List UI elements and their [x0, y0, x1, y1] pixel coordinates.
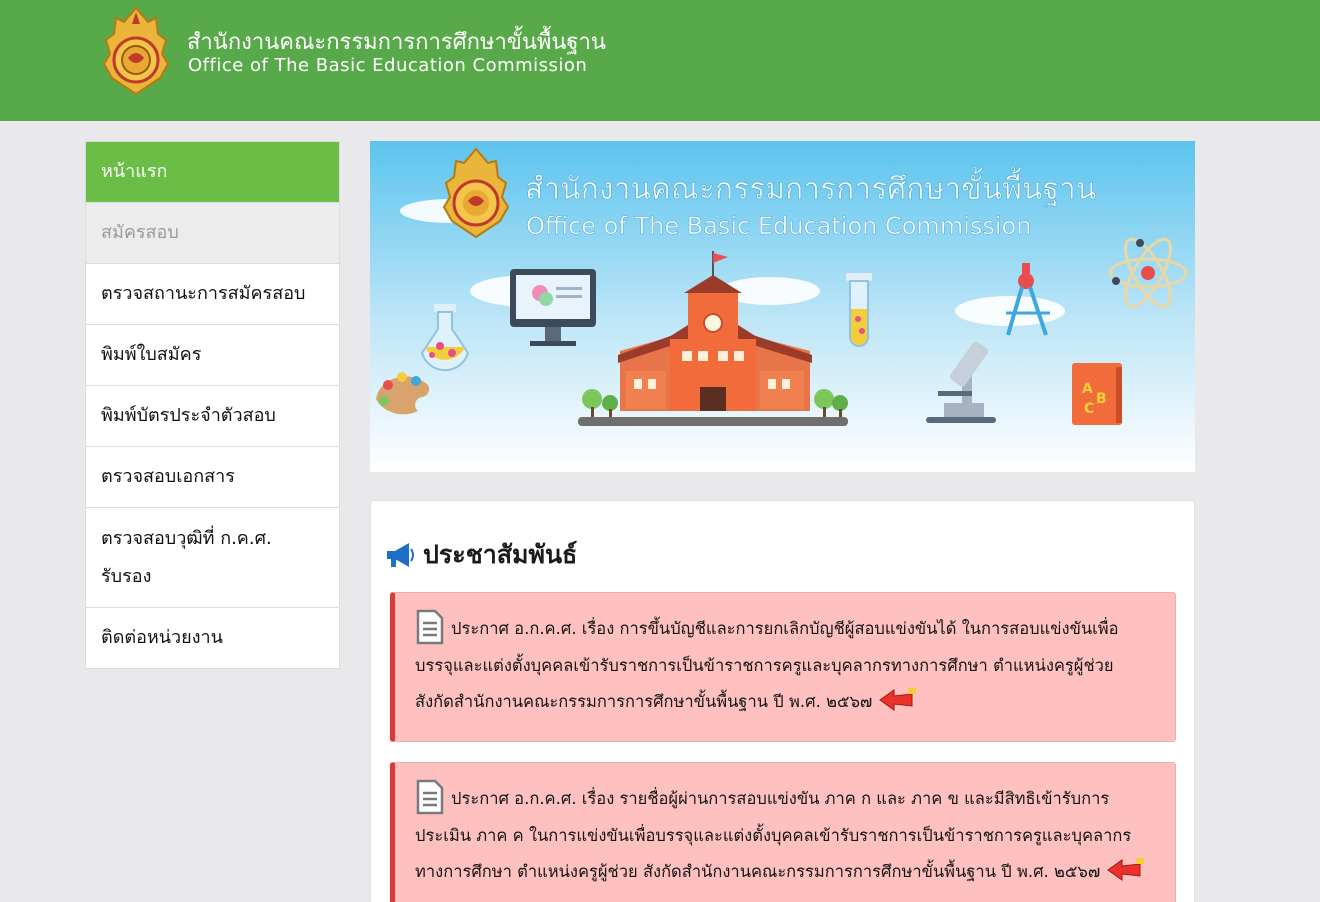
sidebar-item-print-exam-card[interactable]: พิมพ์บัตรประจำตัวสอบ	[86, 385, 339, 446]
sidebar-item-label: ตรวจสอบเอกสาร	[101, 466, 235, 487]
sidebar-item-print-application[interactable]: พิมพ์ใบสมัคร	[86, 324, 339, 385]
announcements-panel: ประชาสัมพันธ์ ประกาศ อ.ก.ค.ศ. เรื่อง การ…	[370, 500, 1195, 902]
announcement-item[interactable]: ประกาศ อ.ก.ค.ศ. เรื่อง รายชื่อผู้ผ่านการ…	[390, 762, 1176, 902]
sidebar-item-label: สมัครสอบ	[101, 222, 179, 243]
svg-text:C: C	[1084, 401, 1094, 417]
document-icon	[416, 609, 444, 644]
emblem-logo	[102, 6, 170, 96]
pointing-arrow-icon	[879, 688, 917, 711]
banner-title-thai: สำนักงานคณะกรรมการการศึกษาขั้นพื้นฐาน	[525, 167, 1096, 207]
header-title-thai: สำนักงานคณะกรรมการการศึกษาขั้นพื้นฐาน	[187, 30, 606, 55]
sidebar-item-home[interactable]: หน้าแรก	[86, 142, 339, 202]
banner-illustration: สำนักงานคณะกรรมการการศึกษาขั้นพื้นฐาน Of…	[370, 141, 1195, 472]
sidebar-item-label: ตรวจสอบวุฒิที่ ก.ค.ศ. รับรอง	[101, 527, 272, 587]
sidebar-item-check-documents[interactable]: ตรวจสอบเอกสาร	[86, 446, 339, 507]
sidebar-item-label: พิมพ์บัตรประจำตัวสอบ	[101, 405, 276, 426]
sidebar-item-check-status[interactable]: ตรวจสถานะการสมัครสอบ	[86, 263, 339, 324]
svg-text:A: A	[1082, 381, 1093, 397]
sidebar-item-label: หน้าแรก	[101, 161, 168, 182]
announcements-header: ประชาสัมพันธ์	[383, 535, 577, 575]
sidebar-item-check-qualifications[interactable]: ตรวจสอบวุฒิที่ ก.ค.ศ. รับรอง	[86, 507, 339, 607]
sidebar-item-label: ตรวจสถานะการสมัครสอบ	[101, 283, 306, 304]
pointing-arrow-icon	[1107, 858, 1145, 881]
announcement-item[interactable]: ประกาศ อ.ก.ค.ศ. เรื่อง การขึ้นบัญชีและกา…	[390, 592, 1176, 742]
test-tube-icon	[846, 273, 872, 347]
sidebar-item-label: พิมพ์ใบสมัคร	[101, 344, 202, 365]
svg-text:B: B	[1096, 391, 1107, 407]
sidebar-item-label: ติดต่อหน่วยงาน	[101, 627, 223, 648]
sidebar-nav: หน้าแรก สมัครสอบ ตรวจสถานะการสมัครสอบ พิ…	[85, 141, 340, 669]
header-title-english: Office of The Basic Education Commission	[188, 55, 588, 76]
announcements-title: ประชาสัมพันธ์	[423, 540, 578, 569]
document-icon	[416, 779, 444, 814]
announcement-text: ประกาศ อ.ก.ค.ศ. เรื่อง การขึ้นบัญชีและกา…	[415, 619, 1119, 711]
banner-title-english: Office of The Basic Education Commission	[526, 212, 1031, 240]
announcement-text: ประกาศ อ.ก.ค.ศ. เรื่อง รายชื่อผู้ผ่านการ…	[415, 789, 1132, 881]
hero-banner: สำนักงานคณะกรรมการการศึกษาขั้นพื้นฐาน Of…	[370, 141, 1195, 472]
megaphone-icon	[387, 543, 414, 567]
sidebar-item-contact[interactable]: ติดต่อหน่วยงาน	[86, 607, 339, 668]
book-icon: A B C	[1072, 363, 1122, 425]
sidebar-item-apply: สมัครสอบ	[86, 202, 339, 263]
site-header: สำนักงานคณะกรรมการการศึกษาขั้นพื้นฐาน Of…	[0, 0, 1320, 121]
